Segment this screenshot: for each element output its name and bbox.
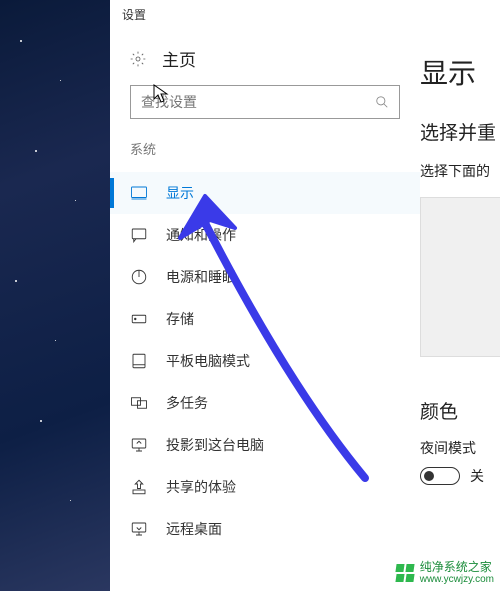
night-mode-toggle[interactable] [420, 467, 460, 485]
star [40, 420, 42, 422]
window-title: 设置 [122, 6, 146, 23]
star [35, 150, 37, 152]
nav-item-shared[interactable]: 共享的体验 [110, 466, 420, 508]
star [70, 500, 71, 501]
watermark-name: 纯净系统之家 [420, 561, 494, 574]
night-mode-toggle-row: 关 [420, 466, 500, 486]
star [20, 40, 22, 42]
nav-item-label: 投影到这台电脑 [166, 435, 264, 455]
night-mode-state: 关 [470, 466, 484, 486]
watermark-url: www.ycwjzy.com [420, 574, 494, 585]
watermark-text: 纯净系统之家 www.ycwjzy.com [420, 561, 494, 585]
star [75, 200, 76, 201]
share-icon [130, 478, 148, 496]
search-icon [375, 95, 389, 109]
nav-item-label: 通知和操作 [166, 225, 236, 245]
cursor-icon [153, 84, 171, 104]
navigation-panel: 主页 系统 显示 通 [110, 28, 420, 591]
nav-item-tablet[interactable]: 平板电脑模式 [110, 340, 420, 382]
nav-item-label: 共享的体验 [166, 477, 236, 497]
night-mode-label: 夜间模式 [420, 438, 500, 458]
remote-icon [130, 520, 148, 538]
project-icon [130, 436, 148, 454]
nav-item-label: 存储 [166, 309, 194, 329]
nav-item-remote[interactable]: 远程桌面 [110, 508, 420, 550]
nav-item-multitask[interactable]: 多任务 [110, 382, 420, 424]
nav-item-label: 多任务 [166, 393, 208, 413]
star [15, 280, 17, 282]
nav-item-display[interactable]: 显示 [110, 172, 420, 214]
content-area: 主页 系统 显示 通 [110, 28, 500, 591]
watermark-logo [396, 564, 414, 582]
nav-item-label: 电源和睡眠 [166, 267, 236, 287]
tablet-icon [130, 352, 148, 370]
window-titlebar: 设置 [110, 0, 500, 28]
nav-item-label: 显示 [166, 183, 194, 203]
page-subheading: 选择并重 [420, 118, 500, 145]
storage-icon [130, 310, 148, 328]
desktop-background [0, 0, 110, 591]
nav-item-notifications[interactable]: 通知和操作 [110, 214, 420, 256]
home-button[interactable]: 主页 [110, 46, 420, 71]
nav-item-storage[interactable]: 存储 [110, 298, 420, 340]
chat-icon [130, 226, 148, 244]
search-input[interactable] [141, 94, 375, 110]
category-label: 系统 [110, 139, 420, 158]
power-icon [130, 268, 148, 286]
star [55, 340, 56, 341]
multitask-icon [130, 394, 148, 412]
nav-item-label: 远程桌面 [166, 519, 222, 539]
watermark: 纯净系统之家 www.ycwjzy.com [396, 561, 494, 585]
gear-icon [130, 51, 146, 67]
page-title: 显示 [420, 52, 500, 92]
toggle-knob [424, 471, 434, 481]
display-preview[interactable] [420, 197, 500, 357]
color-heading: 颜色 [420, 397, 500, 424]
page-description: 选择下面的 [420, 161, 500, 181]
home-label: 主页 [162, 46, 196, 71]
nav-item-label: 平板电脑模式 [166, 351, 250, 371]
nav-item-projecting[interactable]: 投影到这台电脑 [110, 424, 420, 466]
main-content: 显示 选择并重 选择下面的 颜色 夜间模式 关 [420, 28, 500, 591]
monitor-icon [130, 184, 148, 202]
nav-item-power[interactable]: 电源和睡眠 [110, 256, 420, 298]
star [60, 80, 61, 81]
